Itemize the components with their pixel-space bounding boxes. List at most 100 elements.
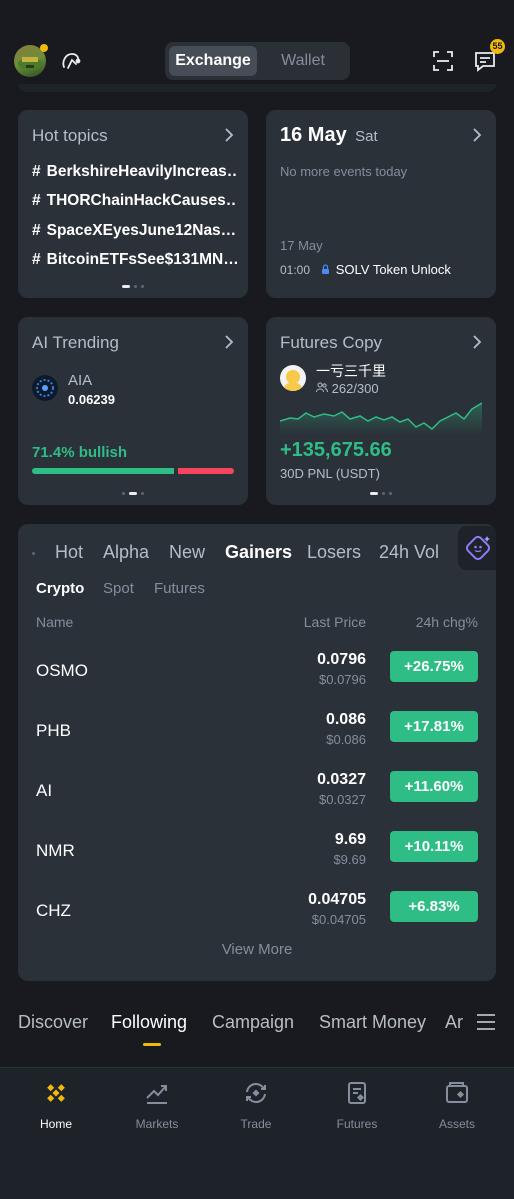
hot-topic-label: BitcoinETFsSee$131MN…: [46, 251, 237, 268]
futures-icon: [348, 1082, 366, 1104]
headset-icon[interactable]: [58, 48, 84, 74]
market-row[interactable]: AI 0.0327 $0.0327 +11.60%: [18, 771, 496, 831]
tab-losers[interactable]: Losers: [307, 542, 361, 563]
active-tab-indicator: [143, 1043, 161, 1046]
nav-futures[interactable]: Futures: [307, 1080, 407, 1131]
avatar[interactable]: [14, 44, 48, 77]
market-row[interactable]: OSMO 0.0796 $0.0796 +26.75%: [18, 651, 496, 711]
feed-tab-campaign[interactable]: Campaign: [212, 1012, 294, 1033]
chevron-right-icon[interactable]: [472, 128, 482, 142]
wallet-tab[interactable]: Wallet: [259, 46, 347, 76]
no-events-note: No more events today: [280, 164, 408, 179]
nav-trade[interactable]: Trade: [206, 1080, 306, 1131]
carousel-dots: [370, 492, 392, 495]
tab-gainers[interactable]: Gainers: [225, 542, 292, 563]
fiat-price: $0.086: [326, 732, 366, 747]
nav-home[interactable]: Home: [6, 1080, 106, 1131]
ai-assistant-icon: [465, 535, 491, 561]
column-header-name[interactable]: Name: [36, 614, 73, 630]
nav-markets[interactable]: Markets: [107, 1080, 207, 1131]
tabs-scroll-indicator: [32, 552, 35, 555]
last-price: 0.086: [325, 711, 366, 728]
ai-token-price: 0.06239: [68, 392, 115, 407]
ai-trending-card[interactable]: AI Trending AIA 0.06239 71.4% bullish: [18, 317, 248, 505]
bottom-nav: Home Markets Trade Futures Assets: [0, 1067, 514, 1199]
pnl-label: 30D PNL (USDT): [280, 466, 380, 481]
sentiment-bar-bullish: [32, 468, 174, 474]
tab-alpha[interactable]: Alpha: [103, 542, 149, 563]
sentiment-bar: [32, 468, 234, 474]
chevron-right-icon[interactable]: [224, 128, 234, 142]
bullish-sentiment: 71.4% bullish: [32, 444, 128, 461]
view-more-link[interactable]: View More: [18, 941, 496, 958]
coin-name: PHB: [36, 721, 71, 740]
chevron-right-icon[interactable]: [224, 335, 234, 349]
markets-panel: Hot Alpha New Gainers Losers 24h Vol Cry…: [18, 524, 496, 981]
column-header-change[interactable]: 24h chg%: [416, 614, 478, 630]
exchange-wallet-switch: Exchange Wallet: [165, 42, 350, 80]
calendar-weekday: Sat: [355, 128, 378, 145]
change-badge[interactable]: +6.83%: [390, 891, 478, 922]
coin-name: AI: [36, 781, 53, 800]
last-price: 0.0796: [317, 651, 366, 668]
fiat-price: $0.0327: [319, 792, 366, 807]
feed-tab-discover[interactable]: Discover: [18, 1012, 88, 1033]
fiat-price: $9.69: [333, 852, 366, 867]
market-row[interactable]: NMR 9.69 $9.69 +10.11%: [18, 831, 496, 891]
message-count-badge: 55: [490, 39, 505, 54]
hot-topic-item[interactable]: # BerkshireHeavilyIncreas…: [32, 163, 237, 181]
next-event-title: SOLV Token Unlock: [335, 262, 451, 277]
chevron-right-icon[interactable]: [472, 335, 482, 349]
next-event-time: 01:00: [280, 263, 311, 277]
nav-label: Futures: [336, 1117, 378, 1131]
coin-name: NMR: [36, 841, 75, 860]
hot-topics-title: Hot topics: [32, 126, 108, 145]
hot-topic-label: THORChainHackCauses…: [46, 192, 237, 209]
market-row[interactable]: PHB 0.086 $0.086 +17.81%: [18, 711, 496, 771]
menu-icon[interactable]: [476, 1013, 496, 1036]
coin-name: CHZ: [36, 901, 71, 920]
carousel-dots: [122, 492, 144, 495]
lock-icon: [321, 264, 330, 278]
hot-topic-label: SpaceXEyesJune12Nas…: [46, 222, 237, 239]
nav-label: Trade: [240, 1117, 272, 1131]
change-badge[interactable]: +26.75%: [390, 651, 478, 682]
collapsed-panel-edge: [18, 84, 496, 92]
nav-label: Assets: [438, 1117, 475, 1131]
calendar-card[interactable]: 16 May Sat No more events today 17 May 0…: [266, 110, 496, 298]
hot-topic-item[interactable]: # BitcoinETFsSee$131MN…: [32, 251, 237, 269]
carousel-dots: [122, 285, 144, 288]
fiat-price: $0.0796: [319, 672, 366, 687]
tab-24h-vol[interactable]: 24h Vol: [379, 542, 439, 563]
messages-icon[interactable]: 55: [472, 39, 505, 74]
change-badge[interactable]: +17.81%: [390, 711, 478, 742]
ai-trending-title: AI Trending: [32, 333, 119, 352]
nav-assets[interactable]: Assets: [407, 1080, 507, 1131]
feed-tab-more[interactable]: Ar: [445, 1012, 463, 1033]
feed-tab-smart-money[interactable]: Smart Money: [319, 1012, 426, 1033]
ai-assistant-button[interactable]: [458, 526, 496, 570]
change-badge[interactable]: +11.60%: [390, 771, 478, 802]
subtab-crypto[interactable]: Crypto: [36, 580, 84, 597]
change-badge[interactable]: +10.11%: [390, 831, 478, 862]
tab-new[interactable]: New: [169, 542, 205, 563]
feed-tab-following[interactable]: Following: [111, 1012, 187, 1033]
hot-topic-item[interactable]: # THORChainHackCauses…: [32, 192, 237, 210]
trader-name: 一亏三千里: [316, 363, 386, 379]
last-price: 9.69: [334, 831, 366, 848]
last-price: 0.04705: [308, 891, 366, 908]
exchange-tab[interactable]: Exchange: [169, 46, 257, 76]
ai-token-symbol: AIA: [68, 372, 93, 389]
scan-icon[interactable]: [430, 48, 456, 74]
fiat-price: $0.04705: [311, 912, 366, 927]
column-header-price[interactable]: Last Price: [304, 614, 366, 630]
tab-hot[interactable]: Hot: [55, 542, 83, 563]
subtab-futures[interactable]: Futures: [154, 580, 205, 597]
subtab-spot[interactable]: Spot: [103, 580, 134, 597]
next-event-row[interactable]: 01:00 SOLV Token Unlock: [280, 262, 451, 278]
followers-count: 262/300: [331, 381, 379, 396]
hot-topics-card[interactable]: Hot topics # BerkshireHeavilyIncreas… # TH…: [18, 110, 248, 298]
futures-copy-card[interactable]: Futures Copy 一亏三千里 262/300 +135,675.66 3…: [266, 317, 496, 505]
hot-topic-item[interactable]: # SpaceXEyesJune12Nas…: [32, 222, 237, 240]
pnl-sparkline: [280, 402, 482, 435]
